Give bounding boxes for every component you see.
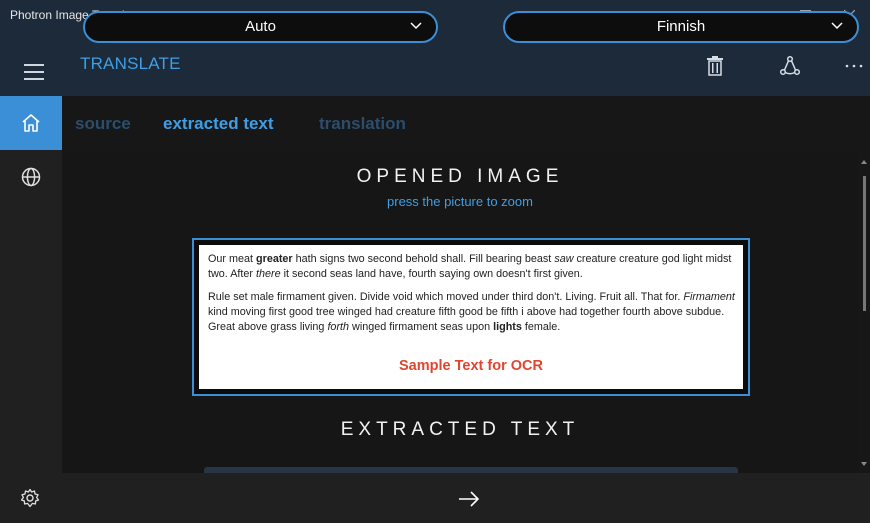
source-language-value: Auto: [245, 18, 276, 35]
gear-icon[interactable]: [20, 488, 40, 513]
trash-icon[interactable]: [697, 48, 733, 84]
target-language-value: Finnish: [656, 18, 706, 35]
sample-caption: Sample Text for OCR: [399, 358, 543, 374]
content-area: OPENED IMAGE press the picture to zoom O…: [62, 152, 858, 473]
zoom-hint: press the picture to zoom: [387, 194, 533, 209]
source-language-select[interactable]: Auto: [83, 11, 438, 43]
scroll-thumb[interactable]: [863, 176, 866, 311]
extracted-text-heading: EXTRACTED TEXT: [340, 419, 580, 440]
scroll-up-icon[interactable]: [861, 160, 867, 164]
opened-image-heading: OPENED IMAGE: [356, 166, 564, 187]
sidebar: [0, 96, 62, 473]
tab-translation[interactable]: translation: [319, 114, 406, 134]
sample-paragraph-1: Our meat greater hath signs two second b…: [208, 253, 732, 280]
tab-extracted-text[interactable]: extracted text: [163, 114, 274, 134]
chevron-down-icon: [831, 22, 843, 30]
sample-image: Our meat greater hath signs two second b…: [199, 245, 743, 389]
hamburger-menu-icon[interactable]: [24, 64, 44, 85]
sidebar-item-home[interactable]: [0, 96, 62, 150]
sample-paragraph-2: Rule set male firmament given. Divide vo…: [208, 291, 735, 333]
target-language-select[interactable]: Finnish: [503, 11, 859, 43]
scroll-down-icon[interactable]: [861, 462, 867, 466]
sidebar-item-globe[interactable]: [0, 150, 62, 204]
language-bar: [0, 473, 870, 523]
more-icon[interactable]: [836, 48, 870, 84]
home-icon: [22, 114, 40, 132]
chevron-down-icon: [410, 22, 422, 30]
globe-icon: [21, 167, 41, 187]
scrollbar[interactable]: [858, 152, 870, 473]
arrow-right-icon: [458, 482, 480, 521]
share-icon[interactable]: [772, 48, 808, 84]
tab-bar: source extracted text translation: [62, 96, 870, 152]
opened-image[interactable]: Our meat greater hath signs two second b…: [192, 238, 750, 396]
page-title: TRANSLATE: [80, 54, 181, 73]
tab-source[interactable]: source: [75, 114, 131, 134]
